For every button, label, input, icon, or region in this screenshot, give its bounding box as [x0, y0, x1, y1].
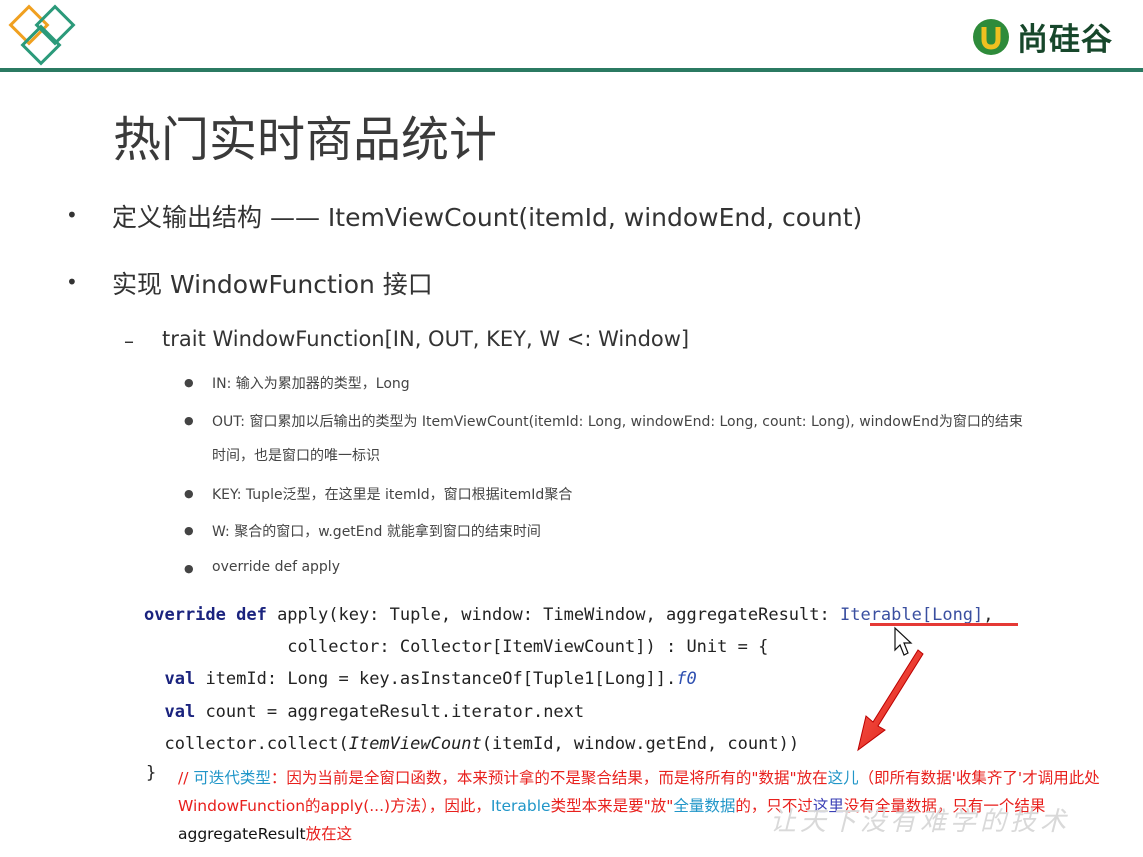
brand-u-icon — [973, 18, 1009, 55]
bullet-text: 定义输出结构 —— ItemViewCount(itemId, windowEn… — [112, 203, 863, 232]
slide: 尚硅谷 热门实时商品统计 • 定义输出结构 —— ItemViewCount(i… — [0, 0, 1143, 857]
code-line: val itemId: Long = key.asInstanceOf[Tupl… — [164, 669, 697, 690]
bullet-dot: • — [66, 203, 78, 227]
detail-dot: ● — [184, 376, 194, 389]
code-closing-brace: } — [146, 763, 157, 783]
sub-dash: – — [124, 329, 134, 353]
detail-text: OUT: 窗口累加以后输出的类型为 ItemViewCount(itemId: … — [212, 414, 1023, 430]
detail-text: IN: 输入为累加器的类型，Long — [212, 376, 410, 392]
iterable-type-link[interactable]: Iterable[Long] — [840, 605, 983, 625]
red-underline — [870, 623, 1018, 626]
code-line: override def apply(key: Tuple, window: T… — [144, 605, 994, 625]
detail-dot: ● — [184, 487, 194, 500]
code-line: val count = aggregateResult.iterator.nex… — [164, 701, 585, 722]
detail-text: W: 聚合的窗口，w.getEnd 就能拿到窗口的结束时间 — [212, 524, 541, 540]
brand-logo: 尚硅谷 — [971, 14, 1113, 59]
code-block: override def apply(key: Tuple, window: T… — [144, 599, 994, 760]
header-divider — [0, 68, 1143, 72]
diamond-logo-icon — [8, 4, 76, 66]
detail-dot: ● — [184, 414, 194, 427]
detail-dot: ● — [184, 562, 194, 575]
detail-text: KEY: Tuple泛型，在这里是 itemId，窗口根据itemId聚合 — [212, 487, 573, 503]
code-line: collector.collect(ItemViewCount(itemId, … — [164, 733, 800, 754]
brand-name: 尚硅谷 — [1017, 22, 1113, 58]
watermark-text: 让天下没有难学的技术 — [770, 807, 1071, 837]
code-line: collector: Collector[ItemViewCount]) : U… — [144, 637, 769, 658]
bullet-dot: • — [66, 270, 78, 294]
slide-title: 热门实时商品统计 — [113, 112, 498, 168]
detail-text: 时间，也是窗口的唯一标识 — [212, 448, 380, 464]
detail-dot: ● — [184, 524, 194, 537]
detail-text: override def apply — [212, 559, 340, 575]
bullet-text: 实现 WindowFunction 接口 — [112, 270, 433, 299]
sub-item-text: trait WindowFunction[IN, OUT, KEY, W <: … — [162, 327, 690, 351]
